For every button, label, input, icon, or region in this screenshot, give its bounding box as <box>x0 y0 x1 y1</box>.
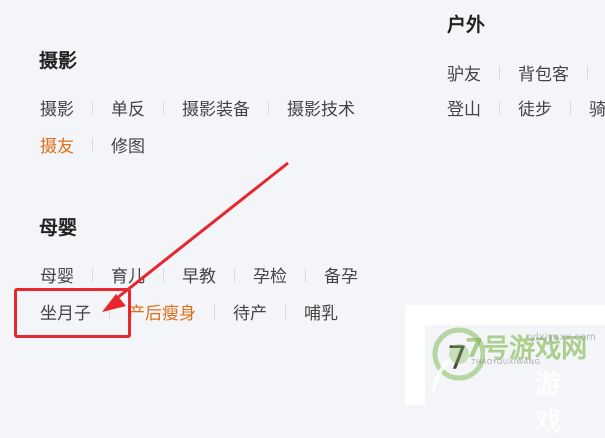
tag-qi[interactable]: 骑 <box>589 95 605 120</box>
separator <box>499 65 500 80</box>
tag-xiutu[interactable]: 修图 <box>111 132 145 157</box>
tag-dengshan[interactable]: 登山 <box>447 95 481 120</box>
separator <box>163 267 164 282</box>
photo-row-1: 摄影 单反 摄影装备 摄影技术 <box>40 95 355 120</box>
watermark-subtitle: 7HAOYOUXIWANG <box>471 358 541 366</box>
tag-tubu[interactable]: 徒步 <box>518 95 552 120</box>
tag-sheyou[interactable]: 摄友 <box>40 132 74 157</box>
watermark-game-text: 游戏 <box>535 370 562 437</box>
separator <box>305 267 306 282</box>
tag-zaojiao[interactable]: 早教 <box>182 262 216 287</box>
tag-chanhou-shoushen[interactable]: 产后瘦身 <box>128 299 196 324</box>
section-title-photo: 摄影 <box>39 50 78 72</box>
tag-sheying[interactable]: 摄影 <box>40 95 74 120</box>
separator <box>92 137 93 152</box>
section-title-baby: 母婴 <box>39 217 78 239</box>
section-title-outdoor: 户外 <box>447 14 486 36</box>
separator <box>587 65 588 80</box>
tag-daichan[interactable]: 待产 <box>233 299 267 324</box>
baby-row-1: 母婴 育儿 早教 孕检 备孕 <box>40 262 358 287</box>
tag-sheying-jishu[interactable]: 摄影技术 <box>287 95 355 120</box>
tag-beiyun[interactable]: 备孕 <box>324 262 358 287</box>
outdoor-row-2: 登山 徒步 骑 <box>447 95 605 120</box>
separator <box>499 100 500 115</box>
photo-row-2: 摄友 修图 <box>40 132 145 157</box>
watermark-site: ylxjyaxx.com <box>530 332 596 343</box>
annotation-highlight-box <box>14 288 131 338</box>
tag-danfan[interactable]: 单反 <box>111 95 145 120</box>
separator <box>214 304 215 319</box>
tag-lvyou[interactable]: 驴友 <box>447 60 481 85</box>
separator <box>163 100 164 115</box>
separator <box>234 267 235 282</box>
tag-yunjian[interactable]: 孕检 <box>253 262 287 287</box>
tag-buru[interactable]: 哺乳 <box>304 299 338 324</box>
separator <box>92 267 93 282</box>
tag-muying[interactable]: 母婴 <box>40 262 74 287</box>
separator <box>285 304 286 319</box>
tag-yuer[interactable]: 育儿 <box>111 262 145 287</box>
separator <box>570 100 571 115</box>
outdoor-row-1: 驴友 背包客 <box>447 60 605 85</box>
tag-beibaoke[interactable]: 背包客 <box>518 60 569 85</box>
tag-sheying-zhuangbei[interactable]: 摄影装备 <box>182 95 250 120</box>
separator <box>92 100 93 115</box>
separator <box>268 100 269 115</box>
